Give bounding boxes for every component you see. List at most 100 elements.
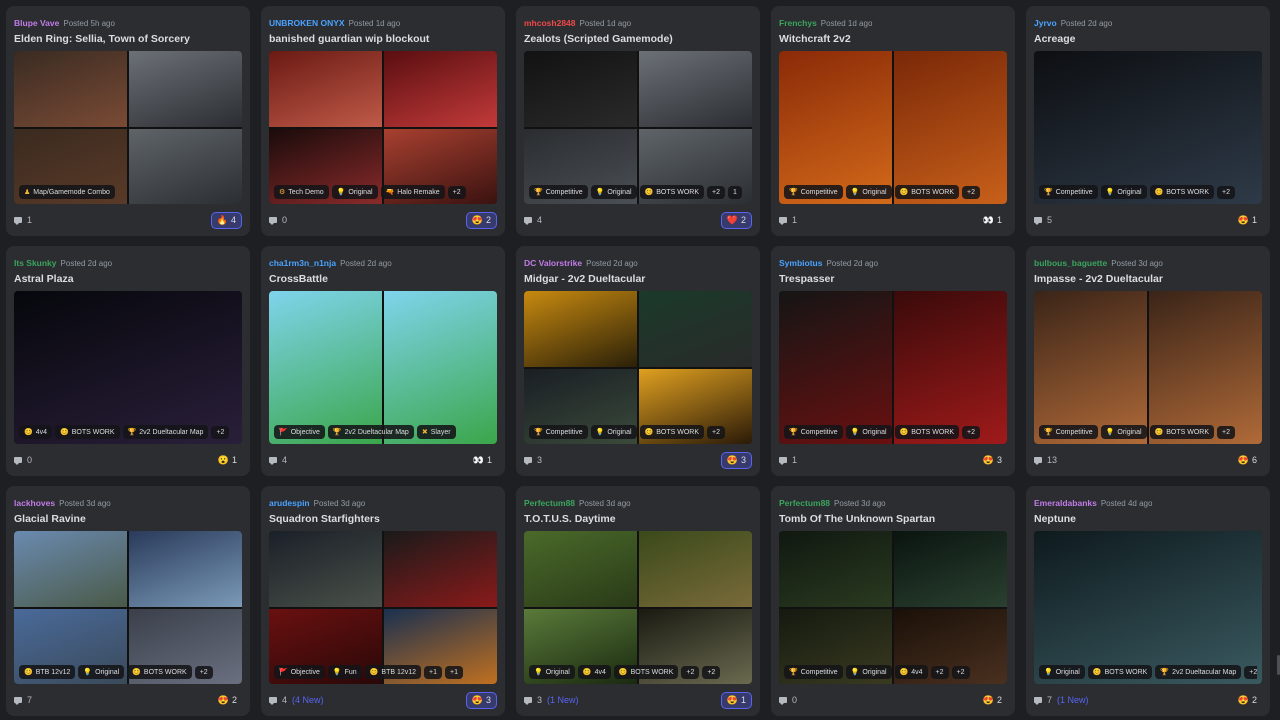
reaction-button[interactable]: 👀 1 xyxy=(978,213,1007,228)
post-tag[interactable]: ♟ Map/Gamemode Combo xyxy=(19,185,115,199)
reply-count[interactable]: 3 xyxy=(524,455,542,465)
reply-count[interactable]: 1 xyxy=(779,215,797,225)
post-thumbnail[interactable] xyxy=(14,291,242,444)
post-card[interactable]: Jyrvo Posted 2d ago Acreage 🏆 Competitive 💡 Or… xyxy=(1026,6,1270,236)
post-thumbnail[interactable] xyxy=(269,291,382,444)
reply-count[interactable]: 7 xyxy=(14,695,32,705)
reply-count[interactable]: 1 xyxy=(14,215,32,225)
post-tag[interactable]: 😊 BOTS WORK xyxy=(1149,185,1215,199)
post-tag[interactable]: +2 xyxy=(1217,185,1236,199)
post-tag[interactable]: +2 xyxy=(447,185,466,199)
post-thumbnail[interactable] xyxy=(14,531,127,607)
reply-count[interactable]: 0 xyxy=(14,455,32,465)
post-tag[interactable]: 💡 Original xyxy=(590,425,637,439)
post-thumbnail[interactable] xyxy=(384,51,497,127)
post-tag[interactable]: +2 xyxy=(962,185,981,199)
post-title[interactable]: Midgar - 2v2 Dueltacular xyxy=(524,273,645,285)
post-tag[interactable]: 💡 Original xyxy=(845,425,892,439)
post-media[interactable]: 😊 BTB 12v12 💡 Original 😊 BOTS WORK +2 xyxy=(14,531,242,684)
reaction-button[interactable]: 😍 1 xyxy=(1233,213,1262,228)
post-tag[interactable]: +2 xyxy=(707,425,726,439)
post-tag[interactable]: +2 xyxy=(194,665,213,679)
reply-count[interactable]: 7 (1 New) xyxy=(1034,695,1089,705)
post-tag[interactable]: 😊 BTB 12v12 xyxy=(364,665,422,679)
reaction-button[interactable]: 😍 6 xyxy=(1233,453,1262,468)
post-tag[interactable]: 💡 Original xyxy=(1100,185,1147,199)
post-tag[interactable]: +1 xyxy=(445,665,464,679)
post-title[interactable]: CrossBattle xyxy=(269,273,328,285)
post-card[interactable]: Emeraldabanks Posted 4d ago Neptune 💡 Origin… xyxy=(1026,486,1270,716)
reply-count[interactable]: 4 xyxy=(524,215,542,225)
post-title[interactable]: T.O.T.U.S. Daytime xyxy=(524,513,616,525)
post-thumbnail[interactable] xyxy=(779,291,892,444)
post-thumbnail[interactable] xyxy=(1034,531,1262,684)
post-media[interactable]: 💡 Original 😊 BOTS WORK 🏆 2v2 Dueltacular Map +… xyxy=(1034,531,1262,684)
post-card[interactable]: Perfectum88 Posted 3d ago T.O.T.U.S. Dayti… xyxy=(516,486,760,716)
reaction-button[interactable]: 👀 1 xyxy=(468,453,497,468)
post-tag[interactable]: +2 xyxy=(962,425,981,439)
post-tag[interactable]: 🏆 2v2 Dueltacular Map xyxy=(327,425,414,439)
post-author[interactable]: Emeraldabanks xyxy=(1034,498,1097,508)
reaction-button[interactable]: 😮 1 xyxy=(213,453,242,468)
post-tag[interactable]: +2 xyxy=(211,425,230,439)
post-author[interactable]: arudespin xyxy=(269,498,310,508)
post-tag[interactable]: 😊 4v4 xyxy=(19,425,53,439)
post-author[interactable]: Frenchys xyxy=(779,18,817,28)
post-tag[interactable]: +2 xyxy=(1244,665,1257,679)
reaction-button[interactable]: 😍 2 xyxy=(465,211,497,229)
post-tag[interactable]: 🔫 Halo Remake xyxy=(380,185,445,199)
post-tag[interactable]: 💡 Original xyxy=(331,185,378,199)
reply-count[interactable]: 3 (1 New) xyxy=(524,695,579,705)
post-title[interactable]: Zealots (Scripted Gamemode) xyxy=(524,33,673,45)
post-media[interactable]: 🏆 Competitive 💡 Original 😊 4v4 +2 +2 xyxy=(779,531,1007,684)
post-thumbnail[interactable] xyxy=(1034,291,1147,444)
reaction-button[interactable]: 😍 3 xyxy=(978,453,1007,468)
post-title[interactable]: Impasse - 2v2 Dueltacular xyxy=(1034,273,1163,285)
post-card[interactable]: DC Valorstrike Posted 2d ago Midgar - 2v2 … xyxy=(516,246,760,476)
post-card[interactable]: Symbiotus Posted 2d ago Trespasser 🏆 Competi… xyxy=(771,246,1015,476)
post-author[interactable]: Jyrvo xyxy=(1034,18,1057,28)
post-title[interactable]: Trespasser xyxy=(779,273,834,285)
reaction-button[interactable]: 😍 1 xyxy=(720,691,752,709)
post-media[interactable]: 🚩 Objective 🏆 2v2 Dueltacular Map ✖ Slayer xyxy=(269,291,497,444)
post-tag[interactable]: 💡 Original xyxy=(1039,665,1085,679)
post-tag[interactable]: ⚙ Tech Demo xyxy=(274,185,329,199)
post-author[interactable]: cha1rm3n_n1nja xyxy=(269,258,336,268)
post-thumbnail[interactable] xyxy=(639,531,752,607)
post-thumbnail[interactable] xyxy=(1149,291,1262,444)
post-tag[interactable]: 💡 Original xyxy=(529,665,575,679)
post-tag[interactable]: 🏆 Competitive xyxy=(1039,185,1098,199)
post-tag[interactable]: 😊 BOTS WORK xyxy=(894,185,960,199)
post-media[interactable]: 🏆 Competitive 💡 Original 😊 BOTS WORK +2 xyxy=(779,51,1007,204)
post-author[interactable]: DC Valorstrike xyxy=(524,258,582,268)
post-tag[interactable]: 😊 BOTS WORK xyxy=(639,425,705,439)
post-thumbnail[interactable] xyxy=(384,531,497,607)
post-media[interactable]: 🚩 Objective 💡 Fun 😊 BTB 12v12 +1 +1 xyxy=(269,531,497,684)
post-tag[interactable]: 🏆 Competitive xyxy=(529,425,588,439)
post-tag[interactable]: 💡 Original xyxy=(845,185,892,199)
post-tag[interactable]: 🏆 Competitive xyxy=(784,665,843,679)
post-card[interactable]: lackhoves Posted 3d ago Glacial Ravine 😊 BTB… xyxy=(6,486,250,716)
reply-count[interactable]: 4 (4 New) xyxy=(269,695,324,705)
reaction-button[interactable]: 🔥 4 xyxy=(210,211,242,229)
reply-count[interactable]: 0 xyxy=(779,695,797,705)
post-media[interactable]: 🏆 Competitive 💡 Original 😊 BOTS WORK +2 xyxy=(1034,51,1262,204)
post-thumbnail[interactable] xyxy=(639,51,752,127)
post-thumbnail[interactable] xyxy=(894,51,1007,204)
post-author[interactable]: Its Skunky xyxy=(14,258,57,268)
post-tag[interactable]: 💡 Original xyxy=(845,665,892,679)
post-thumbnail[interactable] xyxy=(14,51,127,127)
post-tag[interactable]: +2 xyxy=(707,185,726,199)
post-tag[interactable]: 🏆 2v2 Dueltacular Map xyxy=(1155,665,1242,679)
post-title[interactable]: Glacial Ravine xyxy=(14,513,86,525)
post-thumbnail[interactable] xyxy=(894,531,1007,607)
post-title[interactable]: Tomb Of The Unknown Spartan xyxy=(779,513,935,525)
reply-count[interactable]: 13 xyxy=(1034,455,1057,465)
post-thumbnail[interactable] xyxy=(384,291,497,444)
post-media[interactable]: 💡 Original 😊 4v4 😊 BOTS WORK +2 +2 xyxy=(524,531,752,684)
post-tag[interactable]: 🏆 Competitive xyxy=(1039,425,1098,439)
post-tag[interactable]: 😊 4v4 xyxy=(577,665,611,679)
post-tag[interactable]: 😊 BOTS WORK xyxy=(1149,425,1215,439)
post-media[interactable]: 🏆 Competitive 💡 Original 😊 BOTS WORK +2 xyxy=(524,291,752,444)
post-thumbnail[interactable] xyxy=(894,291,1007,444)
